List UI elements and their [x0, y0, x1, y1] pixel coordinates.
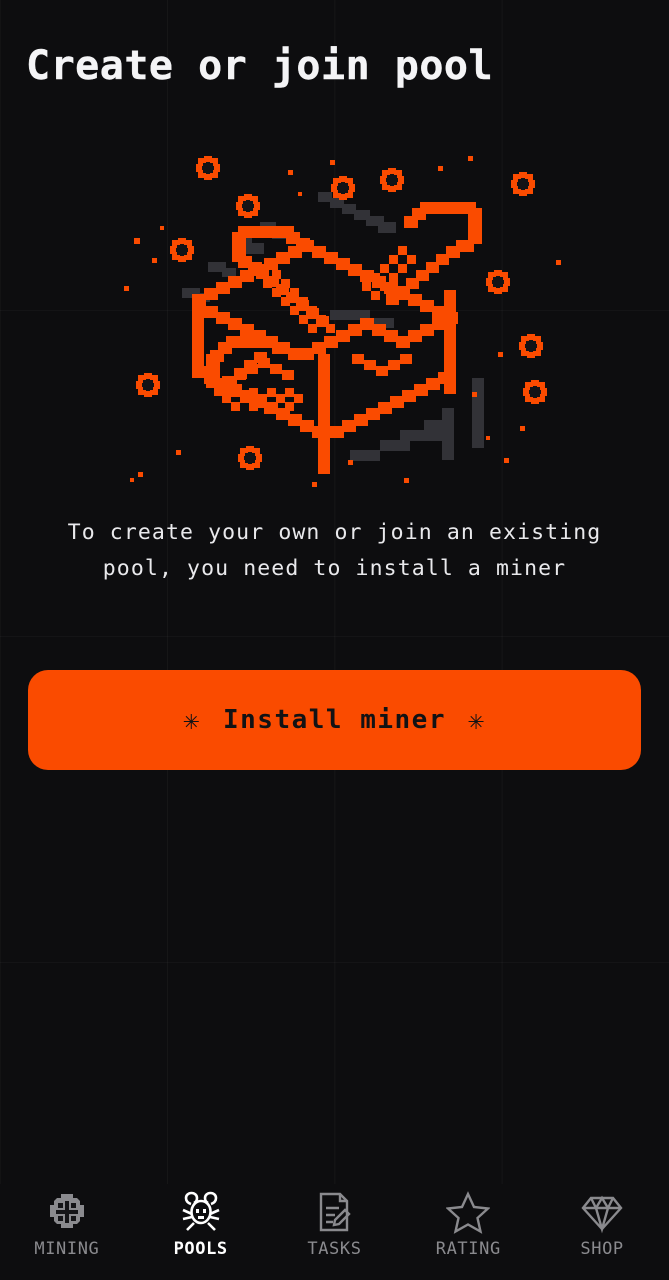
nav-item-rating[interactable]: RATING: [412, 1190, 524, 1259]
nav-item-shop[interactable]: SHOP: [546, 1190, 658, 1259]
nav-item-tasks[interactable]: TASKS: [278, 1190, 390, 1259]
gear-asterisk-icon: [45, 1190, 89, 1234]
nav-label-shop: SHOP: [580, 1239, 624, 1259]
diamond-gem-icon: [580, 1190, 624, 1234]
install-miner-button[interactable]: ✳ Install miner ✳: [28, 670, 641, 770]
asterisk-icon-left: ✳: [183, 704, 201, 736]
star-outline-icon: [446, 1190, 491, 1234]
bottom-navigation: MINING POOLS TASKS RATING SHOP: [0, 1184, 669, 1280]
nav-label-mining: MINING: [34, 1239, 100, 1259]
asterisk-icon-right: ✳: [468, 704, 486, 736]
nav-label-rating: RATING: [435, 1239, 501, 1259]
document-pencil-icon: [312, 1190, 356, 1234]
install-miner-button-label: Install miner: [223, 705, 446, 735]
nav-label-pools: POOLS: [173, 1239, 228, 1259]
app-screen: Create or join pool To create your own o…: [0, 0, 669, 1280]
nav-label-tasks: TASKS: [307, 1239, 362, 1259]
hero-illustration: [0, 140, 669, 490]
page-title: Create or join pool: [26, 43, 494, 89]
nav-item-pools[interactable]: POOLS: [145, 1190, 257, 1259]
nav-item-mining[interactable]: MINING: [11, 1190, 123, 1259]
description-text: To create your own or join an existing p…: [67, 520, 602, 581]
mouse-head-icon: [179, 1190, 223, 1234]
